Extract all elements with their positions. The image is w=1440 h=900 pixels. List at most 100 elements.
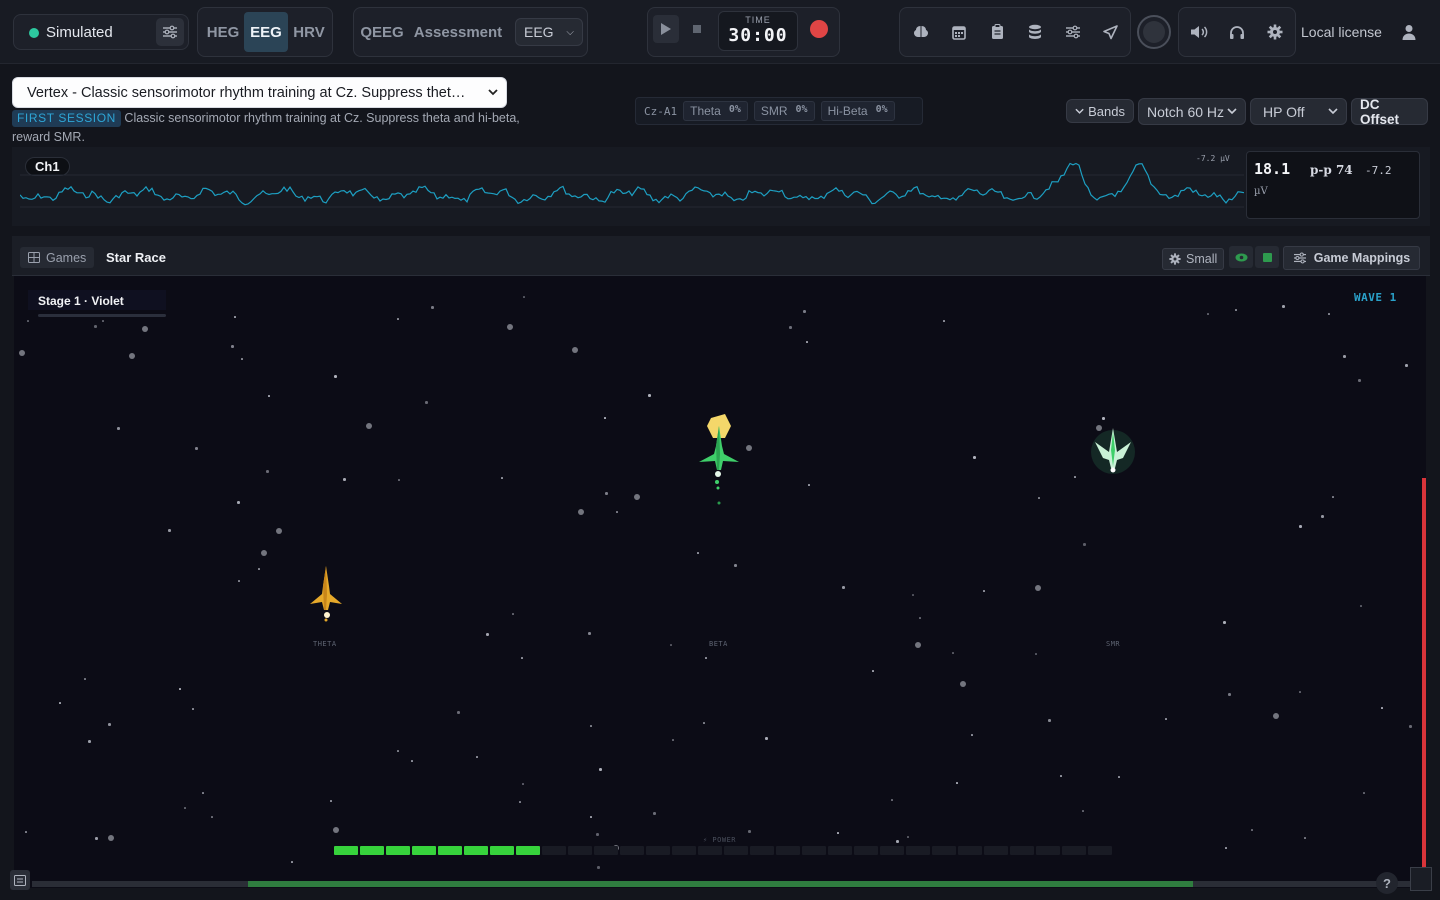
mode-eeg-tab[interactable]: EEG: [244, 12, 288, 52]
star: [333, 827, 339, 833]
gear-icon: [1169, 253, 1181, 265]
band-pill-hibeta: Hi-Beta 0%: [820, 101, 895, 121]
star: [837, 832, 839, 834]
beta-ship-icon: [699, 414, 739, 505]
brain-icon: [914, 26, 928, 37]
chip-toggle[interactable]: [1255, 246, 1279, 268]
wave-label: WAVE 1: [1354, 291, 1397, 304]
clipboard-icon: [991, 24, 1003, 39]
stop-button[interactable]: [684, 15, 710, 43]
user-button[interactable]: [1396, 19, 1422, 45]
mode-hrv-tab[interactable]: HRV: [288, 12, 330, 52]
star: [872, 670, 874, 672]
clipboard-button[interactable]: [984, 19, 1010, 45]
star: [703, 722, 705, 724]
volume-button[interactable]: [1187, 19, 1213, 45]
game-mappings-button[interactable]: Game Mappings: [1283, 246, 1420, 270]
visibility-toggle[interactable]: [1229, 246, 1253, 268]
game-size-button[interactable]: Small: [1162, 248, 1225, 270]
list-icon: [14, 874, 26, 886]
source-group: Simulated: [13, 14, 189, 50]
session-indicator-button[interactable]: [1137, 15, 1171, 49]
star: [519, 801, 521, 803]
resize-handle[interactable]: [1410, 867, 1432, 891]
chevron-down-icon: [1328, 108, 1338, 115]
star: [1225, 847, 1227, 849]
mode-heg-tab[interactable]: HEG: [202, 12, 244, 52]
star: [512, 613, 514, 615]
filters-button[interactable]: [1060, 19, 1086, 45]
star: [1360, 605, 1362, 607]
lane-label-smr: SMR: [1106, 640, 1121, 648]
chevron-down-icon: [1075, 108, 1084, 114]
lane-label-beta: BETA: [709, 640, 728, 648]
star: [95, 837, 98, 840]
gear-icon: [1267, 24, 1283, 40]
star: [237, 501, 240, 504]
star: [670, 644, 672, 646]
star: [102, 320, 104, 322]
star: [952, 652, 954, 654]
headphones-button[interactable]: [1224, 19, 1250, 45]
bands-toggle[interactable]: Bands: [1066, 99, 1134, 123]
send-button[interactable]: [1097, 19, 1123, 45]
star: [1251, 829, 1253, 831]
database-button[interactable]: [1022, 19, 1048, 45]
star: [1299, 525, 1302, 528]
star: [1381, 707, 1383, 709]
qeeg-button[interactable]: QEEG: [356, 12, 408, 52]
settings-button[interactable]: [1262, 19, 1288, 45]
highpass-filter-select[interactable]: HP Off: [1250, 98, 1347, 125]
license-label[interactable]: Local license: [1301, 24, 1382, 40]
play-button[interactable]: [653, 15, 679, 43]
timer-label: TIME: [745, 15, 771, 25]
readout-unit: µV: [1254, 186, 1268, 197]
dc-offset-button[interactable]: DC Offset: [1351, 97, 1428, 127]
power-segment: [516, 846, 540, 855]
star: [1328, 313, 1330, 315]
source-settings-button[interactable]: [156, 18, 184, 46]
star: [806, 341, 808, 343]
star: [398, 479, 400, 481]
star: [1102, 417, 1105, 420]
game-canvas[interactable]: Stage 1 · Violet WAVE 1 THETA BETA SMR ⚡…: [14, 276, 1426, 888]
right-level-bar: [1422, 478, 1426, 878]
protocol-select[interactable]: Vertex - Classic sensorimotor rhythm tra…: [12, 77, 507, 108]
star: [1358, 379, 1361, 382]
power-segment: [542, 846, 566, 855]
power-segment: [464, 846, 488, 855]
games-tab[interactable]: Games: [20, 247, 95, 268]
stage-label: Stage 1 · Violet: [28, 290, 166, 310]
power-segment: [334, 846, 358, 855]
help-button[interactable]: ?: [1376, 872, 1398, 894]
power-segment: [984, 846, 1008, 855]
star: [765, 737, 768, 740]
star: [330, 800, 332, 802]
star: [1343, 355, 1346, 358]
star: [202, 792, 204, 794]
audio-group: [1178, 7, 1296, 57]
record-button[interactable]: [806, 15, 832, 43]
database-icon: [1029, 24, 1041, 39]
star: [1405, 364, 1408, 367]
log-panel-button[interactable]: [10, 870, 30, 890]
star: [697, 552, 699, 554]
star: [1409, 725, 1412, 728]
star: [578, 509, 584, 515]
power-segment: [828, 846, 852, 855]
star: [1332, 496, 1334, 498]
star: [915, 642, 921, 648]
star: [896, 840, 899, 843]
power-meter: [334, 846, 1112, 855]
calendar-button[interactable]: [946, 19, 972, 45]
brain-button[interactable]: [908, 19, 934, 45]
star: [1118, 776, 1120, 778]
assessment-button[interactable]: Assessment: [410, 12, 506, 52]
power-label: ⚡ POWER: [703, 836, 737, 844]
star: [956, 782, 958, 784]
signal-type-select[interactable]: EEG ⌵: [515, 18, 583, 46]
user-icon: [1402, 25, 1416, 40]
notch-filter-select[interactable]: Notch 60 Hz: [1138, 98, 1246, 125]
play-icon: [661, 23, 671, 35]
star: [1363, 792, 1365, 794]
